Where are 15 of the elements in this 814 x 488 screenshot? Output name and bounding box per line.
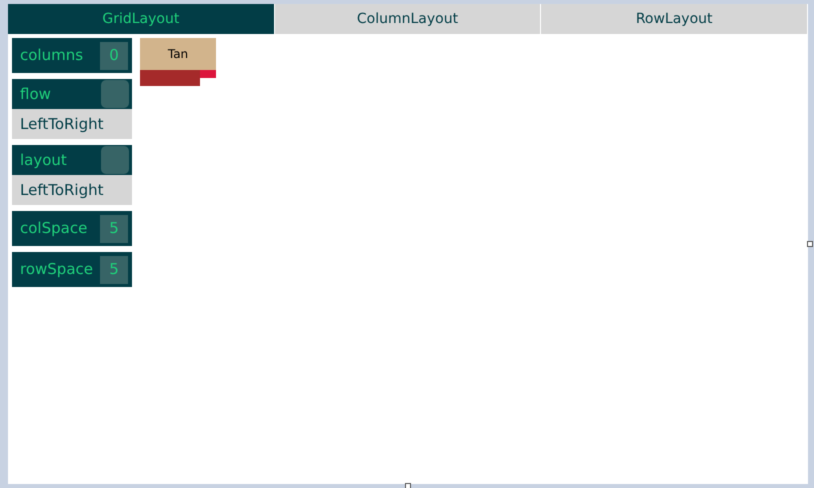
control-label: colSpace	[20, 218, 88, 240]
control-label: columns	[20, 45, 84, 66]
control-label: layout	[20, 150, 67, 171]
toggle-button[interactable]	[101, 80, 129, 108]
control-label: flow	[20, 84, 51, 105]
select-value[interactable]: LeftToRight	[12, 175, 132, 205]
resize-handle[interactable]	[807, 241, 813, 247]
preview-item: Tan	[140, 38, 216, 70]
tab[interactable]: GridLayout	[8, 4, 275, 34]
tab[interactable]: ColumnLayout	[274, 4, 542, 34]
control-label: rowSpace	[20, 259, 93, 280]
select-value[interactable]: LeftToRight	[12, 109, 132, 139]
tab[interactable]: RowLayout	[541, 4, 808, 34]
resize-handle[interactable]	[405, 483, 411, 488]
toggle-button[interactable]	[101, 146, 129, 174]
